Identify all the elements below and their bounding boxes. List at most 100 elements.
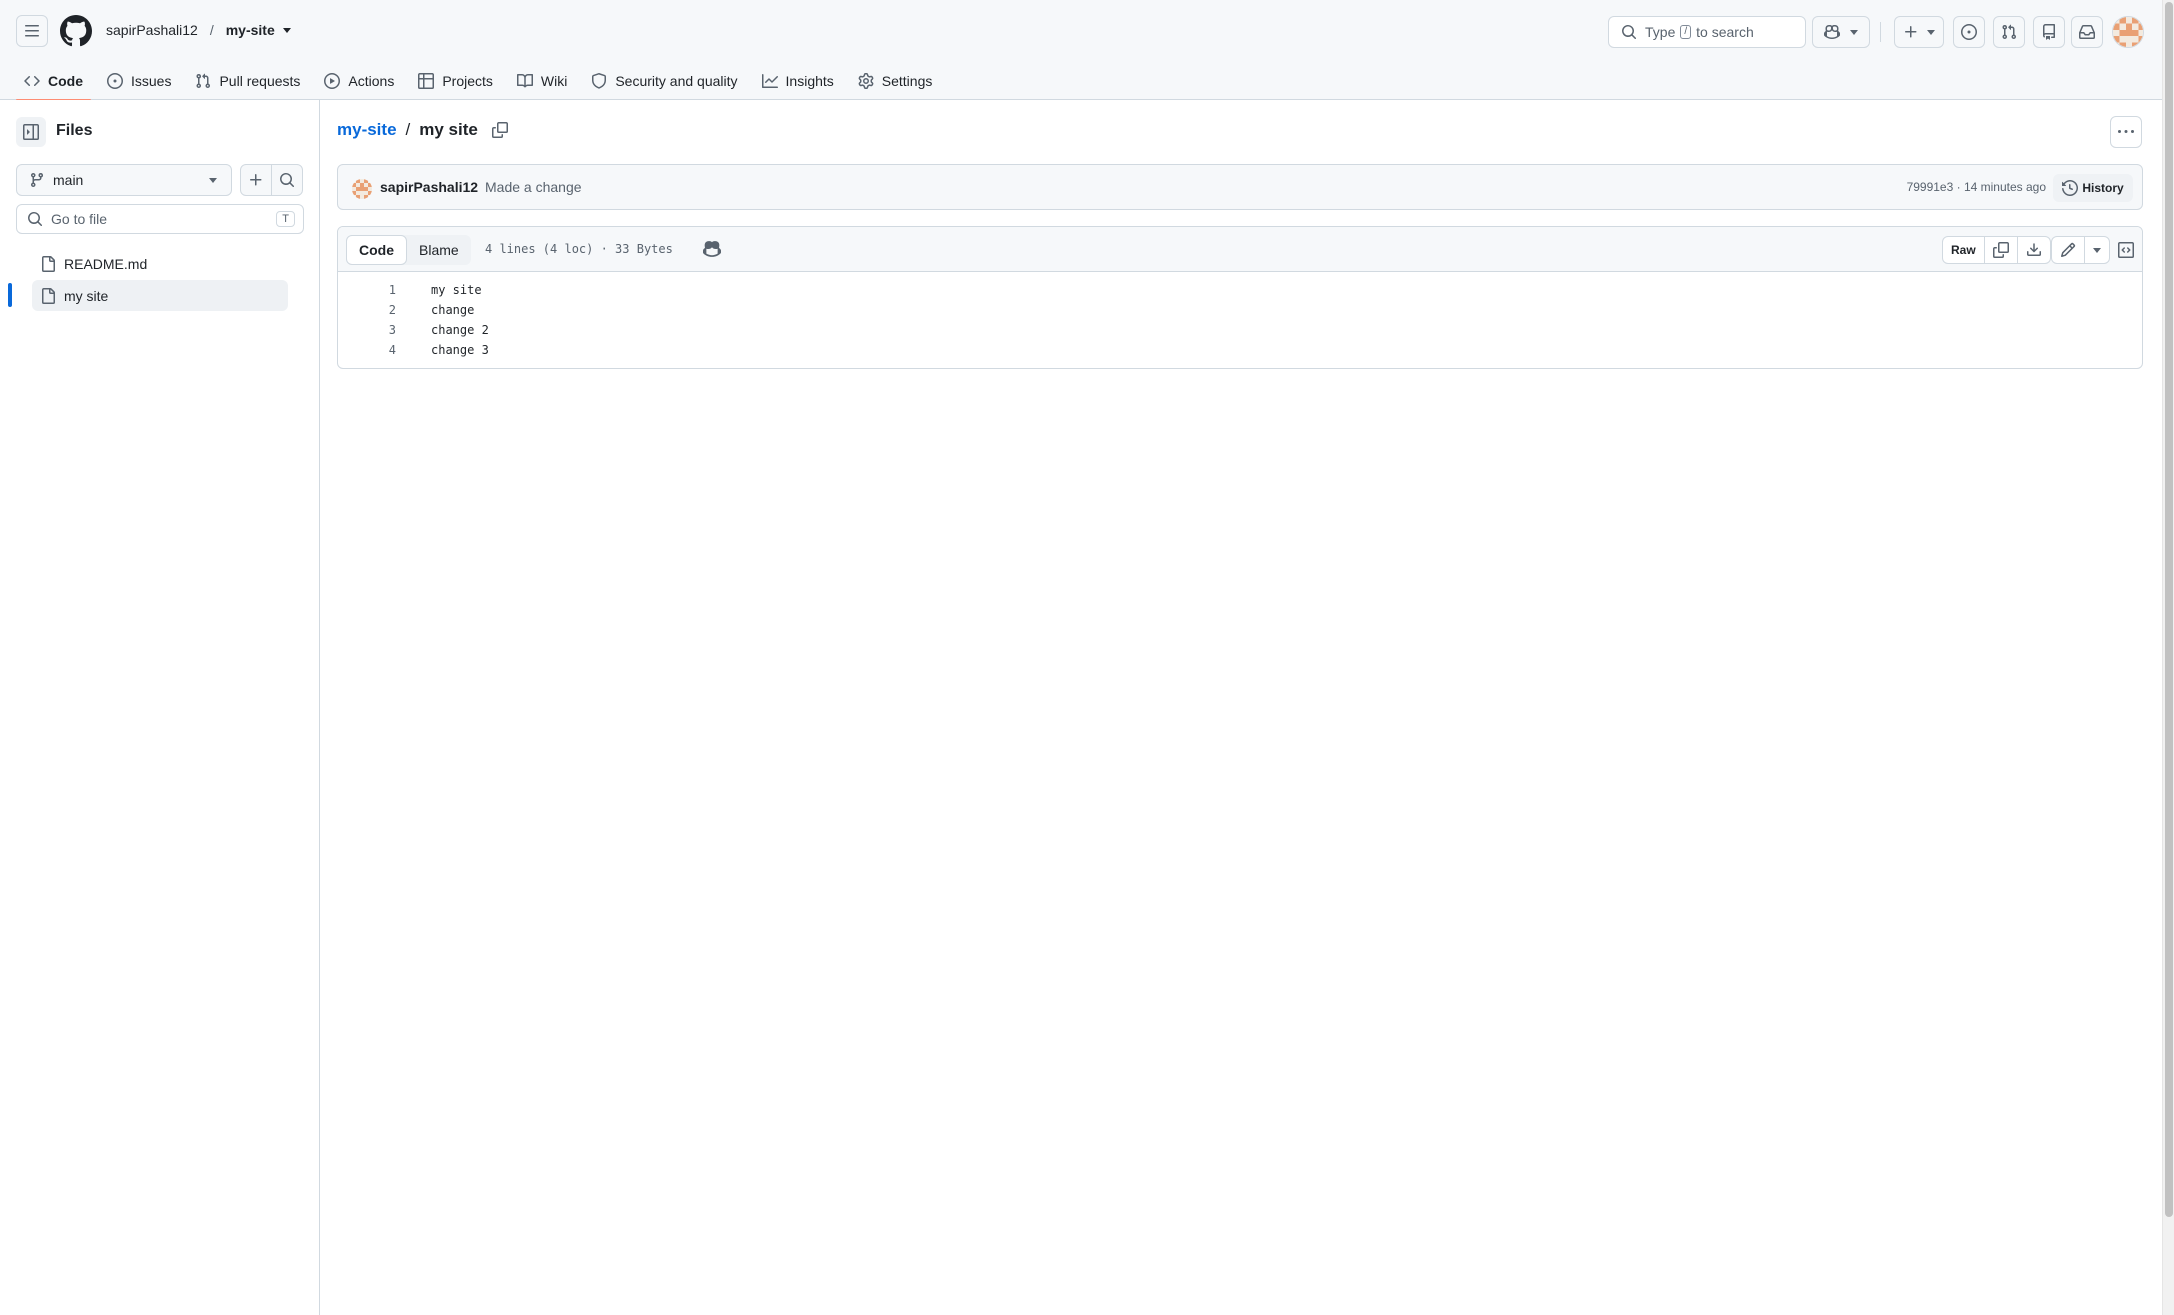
tab-label: Security and quality [615, 73, 738, 89]
your-pull-requests-button[interactable] [1993, 16, 2025, 48]
file-tree-sidebar: Files main Go to file T README.md my sit… [0, 100, 320, 1315]
blame-view-button[interactable]: Blame [407, 235, 471, 265]
breadcrumb-separator: / [209, 22, 214, 38]
tab-insights[interactable]: Insights [754, 62, 842, 100]
line-number[interactable]: 3 [338, 323, 396, 337]
tab-label: Projects [442, 73, 493, 89]
code-view-button[interactable]: Code [346, 235, 407, 265]
tab-projects[interactable]: Projects [410, 62, 501, 100]
tab-code[interactable]: Code [16, 62, 91, 101]
create-new-button[interactable] [1894, 16, 1944, 48]
edit-file-button[interactable] [2052, 237, 2085, 263]
issue-opened-icon [1961, 24, 1977, 40]
repositories-button[interactable] [2033, 16, 2065, 48]
tab-wiki[interactable]: Wiki [509, 62, 575, 100]
pencil-icon [2060, 242, 2076, 258]
pull-request-icon [195, 73, 219, 89]
file-viewer: Code Blame 4 lines (4 loc) · 33 Bytes Ra… [337, 226, 2143, 369]
plus-icon [1903, 24, 1919, 40]
tab-label: Wiki [540, 73, 568, 89]
repo-link[interactable]: my-site [226, 22, 275, 38]
shield-icon [591, 73, 615, 89]
view-mode-toggle: Code Blame [346, 235, 471, 265]
tab-security[interactable]: Security and quality [583, 62, 745, 100]
your-issues-button[interactable] [1953, 16, 1985, 48]
selected-item-marker [8, 283, 12, 307]
line-number[interactable]: 1 [338, 283, 396, 297]
history-button[interactable]: History [2053, 174, 2133, 202]
symbols-panel-button[interactable] [2112, 236, 2140, 264]
tab-label: Pull requests [219, 73, 301, 89]
user-avatar[interactable] [2112, 16, 2144, 48]
repo-icon [2041, 24, 2057, 40]
context-breadcrumb: sapirPashali12 / my-site [106, 22, 291, 38]
copy-icon [1992, 242, 2009, 258]
scrollbar-thumb[interactable] [2165, 2, 2173, 1217]
file-stats: 4 lines (4 loc) · 33 Bytes [485, 242, 673, 256]
copy-raw-button[interactable] [1985, 237, 2018, 263]
tab-settings[interactable]: Settings [850, 62, 941, 100]
gear-icon [858, 73, 882, 89]
line-number[interactable]: 2 [338, 303, 396, 317]
line-content: my site [431, 283, 482, 297]
copy-path-icon[interactable] [491, 122, 508, 138]
file-icon [40, 287, 64, 304]
go-to-file-input[interactable]: Go to file T [16, 204, 304, 234]
download-raw-button[interactable] [2018, 237, 2050, 263]
notifications-button[interactable] [2071, 16, 2103, 48]
line-content: change [431, 303, 475, 317]
tab-issues[interactable]: Issues [99, 62, 179, 100]
tab-pull-requests[interactable]: Pull requests [187, 62, 308, 100]
collapse-sidebar-button[interactable] [16, 117, 46, 147]
code-line: 4 change 3 [338, 340, 2142, 360]
page-scrollbar[interactable] [2162, 0, 2174, 1315]
raw-copy-download-group: Raw [1942, 236, 2051, 264]
commit-author-avatar[interactable] [352, 179, 372, 199]
line-content: change 3 [431, 343, 489, 357]
chevron-down-icon[interactable] [282, 27, 291, 33]
code-line: 3 change 2 [338, 320, 2142, 340]
tab-label: Insights [785, 73, 834, 89]
open-menu-button[interactable] [16, 15, 48, 47]
more-options-button[interactable] [2110, 116, 2142, 148]
copilot-button[interactable] [1812, 16, 1870, 48]
chevron-down-icon [1850, 29, 1858, 35]
tab-label: Actions [348, 73, 395, 89]
github-logo-icon[interactable] [60, 15, 92, 47]
commit-sha-and-time[interactable]: 79991e3 · 14 minutes ago [1907, 180, 2046, 194]
commit-message-link[interactable]: Made a change [485, 179, 582, 195]
branch-name: main [53, 172, 84, 188]
file-viewer-header: Code Blame 4 lines (4 loc) · 33 Bytes Ra… [338, 227, 2142, 272]
hamburger-icon [24, 23, 40, 39]
search-shortcut-key: / [1680, 25, 1692, 39]
latest-commit-bar: sapirPashali12 Made a change 79991e3 · 1… [337, 164, 2143, 210]
search-placeholder-prefix: Type [1645, 24, 1676, 40]
tab-label: Code [48, 73, 83, 89]
code-square-icon [2118, 242, 2134, 258]
line-number[interactable]: 4 [338, 343, 396, 357]
code-content[interactable]: 1 my site 2 change 3 change 2 4 change 3 [338, 280, 2142, 360]
search-input[interactable]: Type / to search [1608, 16, 1806, 48]
branch-selector[interactable]: main [16, 164, 232, 196]
search-placeholder-suffix: to search [1696, 24, 1754, 40]
git-branch-icon [29, 172, 53, 188]
download-icon [2026, 242, 2042, 258]
file-icon [40, 255, 64, 272]
code-line: 1 my site [338, 280, 2142, 300]
chevron-down-icon [2093, 247, 2101, 253]
raw-button[interactable]: Raw [1943, 237, 1985, 263]
search-files-button[interactable] [271, 164, 303, 196]
edit-options-button[interactable] [2085, 237, 2109, 263]
tree-item-my-site[interactable]: my site [32, 280, 288, 311]
chevron-down-icon [1927, 29, 1935, 35]
file-breadcrumb: my-site / my site [337, 120, 508, 140]
git-pull-request-icon [2001, 24, 2017, 40]
commit-author-link[interactable]: sapirPashali12 [380, 179, 478, 195]
tab-actions[interactable]: Actions [316, 62, 402, 100]
owner-link[interactable]: sapirPashali12 [106, 22, 198, 38]
search-icon [27, 211, 51, 227]
add-file-button[interactable] [240, 164, 272, 196]
breadcrumb-repo-link[interactable]: my-site [337, 120, 397, 140]
tree-item-readme[interactable]: README.md [32, 248, 288, 279]
copilot-icon[interactable] [703, 240, 721, 258]
